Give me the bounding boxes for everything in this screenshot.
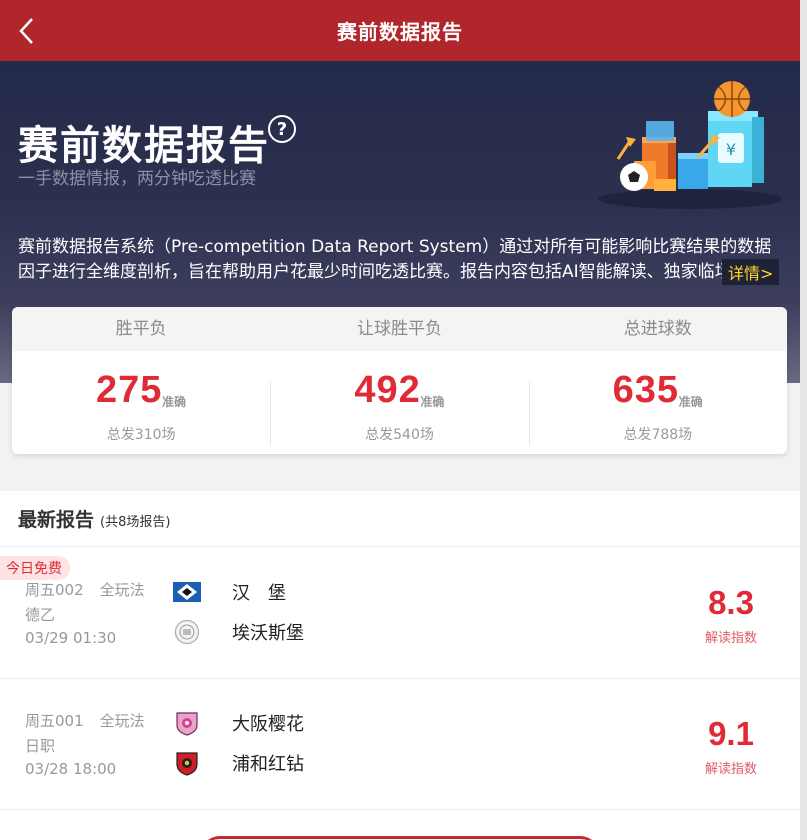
accurate-label: 准确 [678, 395, 703, 409]
stat-label-total-goals: 总进球数 [623, 319, 692, 339]
home-team: 大阪樱花 [172, 710, 304, 736]
chevron-left-icon [19, 18, 33, 44]
stats-header: 胜平负 让球胜平负 总进球数 [12, 307, 787, 351]
match-meta: 周五001 全玩法 [25, 710, 161, 731]
reports-count: (共8场报告) [100, 515, 171, 530]
hero-title: 赛前数据报告 [18, 123, 270, 169]
interpretation-index: 8.3 [708, 584, 754, 621]
stat-label-handicap: 让球胜平负 [356, 319, 442, 339]
match-row[interactable]: 今日免费 周五002 全玩法 德乙 03/29 01:30 汉 堡 埃沃斯堡 8… [0, 548, 800, 679]
hero-subtitle: 一手数据情报，两分钟吃透比赛 [18, 169, 256, 189]
accurate-label: 准确 [420, 395, 445, 409]
match-time: 03/28 18:00 [25, 760, 117, 778]
play-type: 全玩法 [99, 712, 145, 730]
away-team: 浦和红钻 [172, 750, 304, 776]
accurate-label: 准确 [162, 395, 187, 409]
back-button[interactable] [16, 16, 38, 46]
match-time: 03/29 01:30 [25, 629, 117, 647]
home-team-name: 汉 堡 [232, 583, 286, 604]
accurate-count: 635 [612, 369, 680, 411]
elversberg-crest-icon [172, 619, 202, 645]
interpretation-index-label: 解读指数 [704, 762, 757, 777]
svg-text:¥: ¥ [726, 140, 736, 159]
interpretation-index: 9.1 [708, 715, 754, 752]
cerezo-osaka-crest-icon [172, 710, 202, 736]
urawa-reds-crest-icon [172, 750, 202, 776]
reports-header: 最新报告 (共8场报告) [0, 491, 800, 547]
home-team: 汉 堡 [172, 579, 286, 605]
free-today-badge: 今日免费 [0, 556, 70, 580]
help-icon[interactable]: ? [268, 115, 296, 143]
away-team-name: 埃沃斯堡 [232, 623, 304, 644]
hamburg-crest-icon [172, 579, 202, 605]
stat-label-win-draw-loss: 胜平负 [115, 319, 167, 339]
stat-handicap: 492 准确 总发540场 [270, 351, 528, 454]
total-count: 总发310场 [106, 427, 176, 443]
total-count: 总发788场 [623, 427, 693, 443]
away-team: 埃沃斯堡 [172, 619, 304, 645]
details-link[interactable]: 详情> [722, 259, 780, 285]
accuracy-stats-card: 胜平负 让球胜平负 总进球数 275 准确 总发310场 492 准确 总发54… [12, 307, 787, 454]
stat-win-draw-loss: 275 准确 总发310场 [12, 351, 270, 454]
away-team-name: 浦和红钻 [232, 754, 304, 775]
accurate-count: 275 [96, 369, 163, 411]
bottom-action-button[interactable] [200, 836, 600, 840]
match-meta: 周五002 全玩法 [25, 579, 161, 600]
data-illustration-icon: ¥ [598, 81, 782, 209]
page-title: 赛前数据报告 [337, 20, 463, 44]
stats-body: 275 准确 总发310场 492 准确 总发540场 635 准确 总发788… [12, 351, 787, 454]
match-number: 周五001 [25, 712, 84, 730]
league-name: 日职 [25, 737, 56, 755]
home-team-name: 大阪樱花 [232, 714, 304, 735]
accurate-count: 492 [354, 369, 421, 411]
reports-heading: 最新报告 [18, 509, 95, 531]
scrollbar[interactable] [800, 0, 807, 840]
stat-total-goals: 635 准确 总发788场 [528, 351, 787, 454]
play-type: 全玩法 [99, 581, 145, 599]
match-row[interactable]: 周五001 全玩法 日职 03/28 18:00 大阪樱花 浦和红钻 9.1 解… [0, 679, 800, 810]
latest-reports-panel: 最新报告 (共8场报告) 今日免费 周五002 全玩法 德乙 03/29 01:3… [0, 491, 800, 840]
total-count: 总发540场 [365, 427, 434, 443]
top-bar: 赛前数据报告 [0, 0, 800, 61]
hero-description: 赛前数据报告系统（Pre-competition Data Report Sys… [18, 237, 772, 282]
interpretation-index-label: 解读指数 [704, 631, 757, 646]
league-name: 德乙 [25, 606, 56, 624]
match-number: 周五002 [25, 581, 84, 599]
